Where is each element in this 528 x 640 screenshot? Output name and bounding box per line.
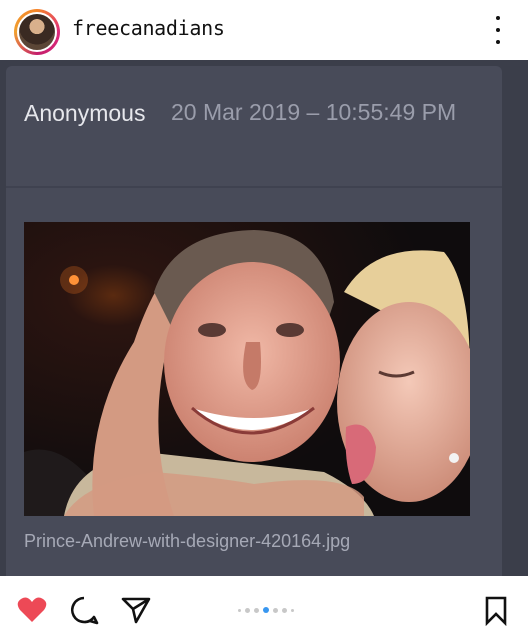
profile-avatar[interactable] [14, 9, 60, 55]
avatar-image [17, 12, 57, 52]
post-timestamp: 20 Mar 2019 – 10:55:49 PM [171, 99, 457, 125]
post-header: freecanadians [0, 0, 528, 60]
post-photo [24, 222, 470, 516]
send-icon[interactable] [120, 594, 152, 626]
comment-icon[interactable] [68, 594, 100, 626]
photo-illustration [24, 222, 470, 516]
heart-filled-icon[interactable] [16, 594, 48, 626]
more-options-icon[interactable] [490, 16, 506, 44]
card-header: Anonymous 20 Mar 2019 – 10:55:49 PM [6, 66, 502, 188]
image-filename[interactable]: Prince-Andrew-with-designer-420164.jpg [24, 531, 350, 552]
screenshot-card: Anonymous 20 Mar 2019 – 10:55:49 PM Prin… [6, 66, 502, 576]
author-name: Anonymous [24, 100, 146, 126]
post-media[interactable]: Anonymous 20 Mar 2019 – 10:55:49 PM Prin… [0, 60, 528, 576]
action-bar [0, 576, 528, 640]
carousel-indicator [238, 606, 294, 614]
username-link[interactable]: freecanadians [72, 16, 225, 40]
bookmark-icon[interactable] [480, 594, 512, 627]
